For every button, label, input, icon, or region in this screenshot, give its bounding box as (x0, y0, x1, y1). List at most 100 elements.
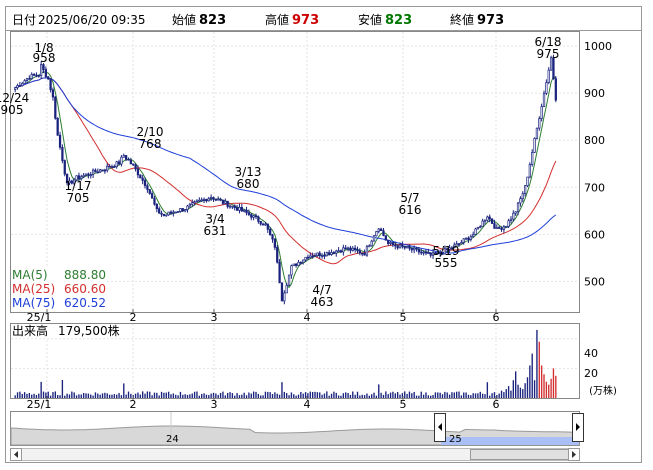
volume-bar-87 (219, 392, 222, 398)
candle-body-6 (28, 78, 31, 80)
candle-body-52 (136, 168, 140, 176)
volume-bar-120 (297, 394, 300, 398)
volume-bar-67 (172, 393, 175, 398)
volume-bar-188 (458, 391, 460, 398)
volume-bar-169 (413, 392, 415, 398)
annotation-value-1: 905 (1, 103, 24, 117)
candle-body-158 (387, 239, 390, 244)
candle-body-221 (535, 127, 539, 139)
volume-bar-193 (470, 395, 472, 398)
volume-bar-172 (420, 391, 422, 398)
volume-bar-121 (300, 391, 302, 398)
candle-body-55 (143, 180, 147, 187)
candle-220 (533, 137, 536, 153)
legend-ma25-value: 660.60 (64, 282, 106, 296)
volume-bar-142 (349, 394, 352, 398)
volume-bar-75 (191, 393, 193, 398)
candle-body-1 (16, 85, 19, 88)
navigator-handle-right[interactable] (572, 413, 584, 442)
navigator-handle-left[interactable] (434, 413, 446, 442)
candle-body-145 (356, 249, 359, 252)
candle-151 (370, 239, 373, 247)
volume-bar-165 (404, 391, 406, 398)
candle-body-5 (25, 78, 29, 81)
candle-body-87 (219, 198, 222, 201)
volume-bar-149 (366, 393, 368, 398)
candle-body-45 (120, 156, 123, 165)
candle-body-88 (221, 199, 225, 204)
candle-221 (535, 127, 539, 140)
volume-bar-175 (427, 395, 430, 398)
volume-bar-156 (382, 394, 385, 398)
volume-bar-31 (87, 393, 90, 398)
header-date-label: 日付 (12, 13, 36, 27)
candle-body-126 (311, 255, 314, 258)
scrollbar-thumb[interactable] (470, 449, 578, 460)
volume-bar-100 (250, 393, 252, 398)
volume-bar-220 (533, 380, 536, 398)
candle-body-152 (372, 235, 376, 242)
volume-bar-95 (238, 395, 241, 398)
candle-217 (526, 176, 529, 188)
header-high-label: 高値 (265, 12, 289, 27)
candle-body-79 (200, 199, 203, 202)
candle-body-12 (42, 64, 45, 70)
candle-21 (63, 159, 66, 177)
candle-body-212 (514, 211, 517, 214)
candle-69 (176, 211, 180, 213)
volume-bar-106 (264, 391, 267, 398)
volume-bar-173 (422, 394, 425, 398)
candle-20 (61, 144, 64, 164)
volume-bar-174 (425, 392, 427, 398)
candle-body-192 (467, 237, 470, 240)
chart-canvas: 日付 2025/06/20 09:35 始値 823 高値 973 安値 823… (0, 6, 642, 463)
candle-body-127 (313, 255, 317, 257)
volume-bar-43 (116, 394, 118, 398)
candle-116 (287, 274, 291, 287)
volume-bar-53 (139, 394, 141, 398)
candle-body-19 (58, 134, 62, 148)
candle-body-121 (299, 261, 302, 264)
candle-body-3 (21, 82, 24, 87)
volume-bar-21 (64, 395, 66, 398)
legend-ma5-name: MA(5) (12, 268, 48, 282)
volume-bar-55 (144, 393, 146, 398)
candle-body-106 (264, 223, 267, 226)
volume-bar-211 (512, 380, 515, 398)
month-axis-1-label-1: 2 (130, 311, 137, 324)
candle-body-214 (519, 198, 522, 204)
candle-body-190 (462, 238, 465, 243)
volume-bar-218 (529, 365, 531, 398)
volume-label: 出来高 (12, 323, 48, 338)
volume-bar-98 (245, 395, 248, 398)
volume-bar-140 (345, 392, 347, 398)
candle-body-216 (523, 185, 527, 195)
candle-body-166 (405, 246, 409, 249)
candle-body-65 (167, 211, 170, 216)
candle-body-60 (155, 203, 158, 210)
volume-bar-222 (538, 341, 540, 398)
candle-body-210 (509, 218, 513, 222)
volume-bar-37 (101, 393, 104, 398)
volume-bar-129 (319, 392, 321, 398)
volume-bar-33 (92, 395, 94, 398)
volume-bar-190 (463, 392, 465, 398)
candle-body-150 (368, 245, 371, 248)
volume-bar-3 (21, 393, 23, 398)
candle-body-220 (533, 138, 536, 153)
volume-bar-182 (444, 391, 446, 398)
volume-bar-88 (222, 391, 224, 398)
volume-bar-126 (311, 392, 314, 398)
volume-bar-217 (526, 377, 529, 398)
volume-bar-32 (90, 394, 92, 398)
volume-bar-72 (184, 394, 186, 398)
candle-157 (384, 235, 387, 241)
candle-body-75 (191, 202, 194, 205)
volume-bar-209 (507, 386, 510, 398)
candle-149 (365, 244, 369, 257)
volume-bar-109 (271, 394, 274, 398)
candle-body-108 (269, 228, 272, 236)
candle-body-173 (422, 251, 425, 254)
volume-bar-153 (375, 395, 378, 398)
volume-bar-52 (137, 392, 139, 398)
